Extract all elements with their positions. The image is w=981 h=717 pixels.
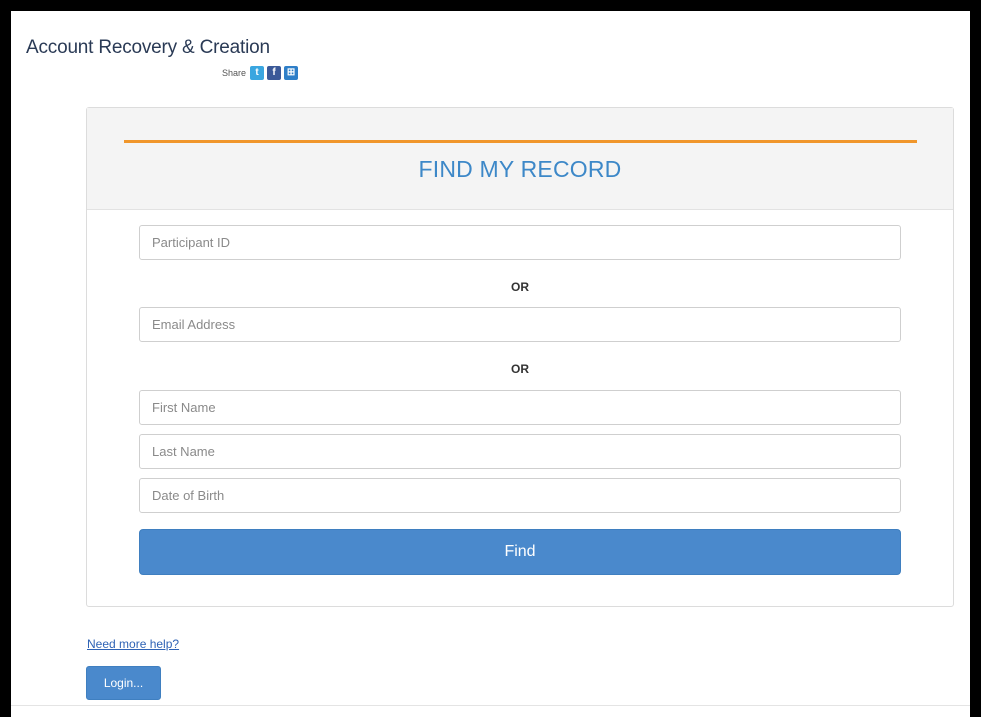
need-help-link[interactable]: Need more help? bbox=[87, 637, 179, 651]
find-button[interactable]: Find bbox=[139, 529, 901, 575]
or-separator: OR bbox=[511, 280, 529, 294]
participant-id-input[interactable] bbox=[139, 225, 901, 260]
panel-title: FIND MY RECORD bbox=[418, 156, 622, 182]
last-name-input[interactable] bbox=[139, 434, 901, 469]
first-name-input[interactable] bbox=[139, 390, 901, 425]
page-title: Account Recovery & Creation bbox=[26, 37, 270, 58]
share-label: Share bbox=[222, 68, 247, 78]
accent-divider bbox=[124, 140, 917, 143]
facebook-icon[interactable]: f bbox=[267, 66, 282, 80]
find-record-panel: FIND MY RECORD OR OR Find bbox=[86, 107, 954, 607]
date-of-birth-input[interactable] bbox=[139, 478, 901, 513]
panel-header: FIND MY RECORD bbox=[87, 108, 953, 210]
share-bar: Share t f ⊞ bbox=[222, 66, 299, 80]
bottom-divider bbox=[11, 705, 970, 706]
email-input[interactable] bbox=[139, 307, 901, 342]
or-separator: OR bbox=[511, 362, 529, 376]
login-button[interactable]: Login... bbox=[86, 666, 161, 700]
share-grid-icon[interactable]: ⊞ bbox=[284, 66, 299, 80]
twitter-icon[interactable]: t bbox=[250, 66, 265, 80]
